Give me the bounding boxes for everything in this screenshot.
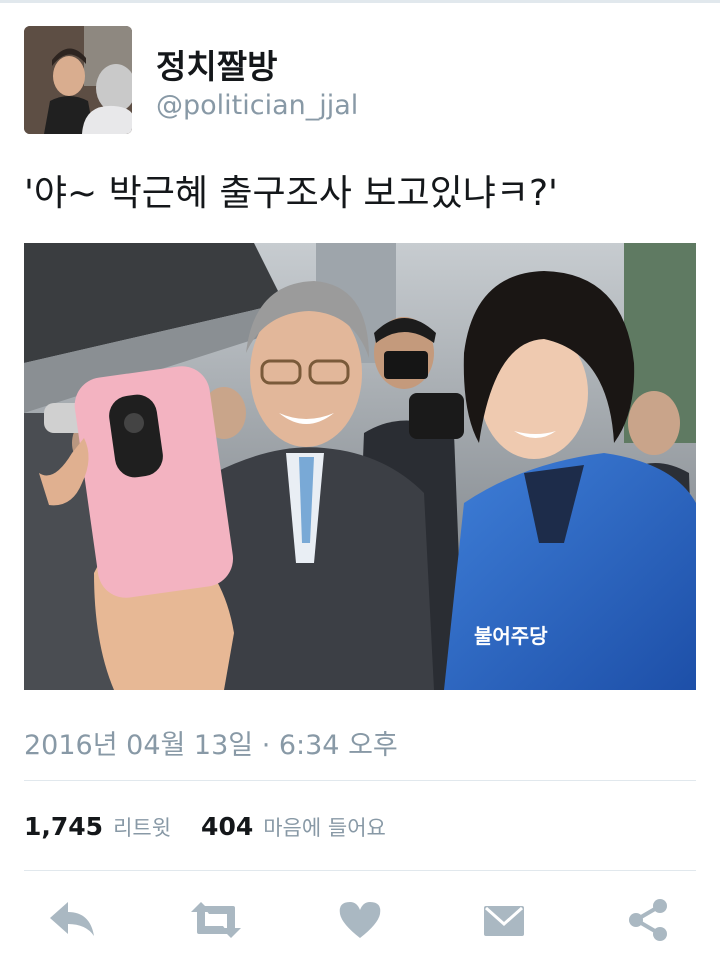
tweet-timestamp: 2016년 04월 13일 · 6:34 오후 xyxy=(24,730,398,761)
heart-icon xyxy=(339,902,381,938)
tweet-photo[interactable]: 불어주당 xyxy=(24,243,696,690)
retweet-label[interactable]: 리트윗 xyxy=(113,812,171,842)
retweet-button[interactable] xyxy=(188,894,244,946)
message-button[interactable] xyxy=(476,894,532,946)
share-icon xyxy=(629,899,667,941)
share-button[interactable] xyxy=(620,894,676,946)
jacket-text: 불어주당 xyxy=(474,624,548,648)
photo-image: 불어주당 xyxy=(24,243,696,690)
reply-icon xyxy=(50,902,94,936)
tweet-stats: 1,745 리트윗 404 마음에 들어요 xyxy=(24,812,416,842)
display-name[interactable]: 정치짤방 xyxy=(156,40,277,88)
like-button[interactable] xyxy=(332,894,388,946)
envelope-icon xyxy=(484,906,524,936)
like-count[interactable]: 404 xyxy=(201,812,253,841)
retweet-count[interactable]: 1,745 xyxy=(24,812,103,841)
avatar-image xyxy=(24,26,132,134)
reply-button[interactable] xyxy=(44,894,100,946)
like-label[interactable]: 마음에 들어요 xyxy=(263,812,386,842)
divider xyxy=(24,780,696,781)
avatar[interactable] xyxy=(24,26,132,134)
divider xyxy=(24,870,696,871)
tweet-text: '야~ 박근혜 출구조사 보고있냐ㅋ?' xyxy=(24,173,558,214)
top-border xyxy=(0,0,720,3)
user-handle[interactable]: @politician_jjal xyxy=(156,90,358,121)
retweet-icon xyxy=(191,902,241,938)
